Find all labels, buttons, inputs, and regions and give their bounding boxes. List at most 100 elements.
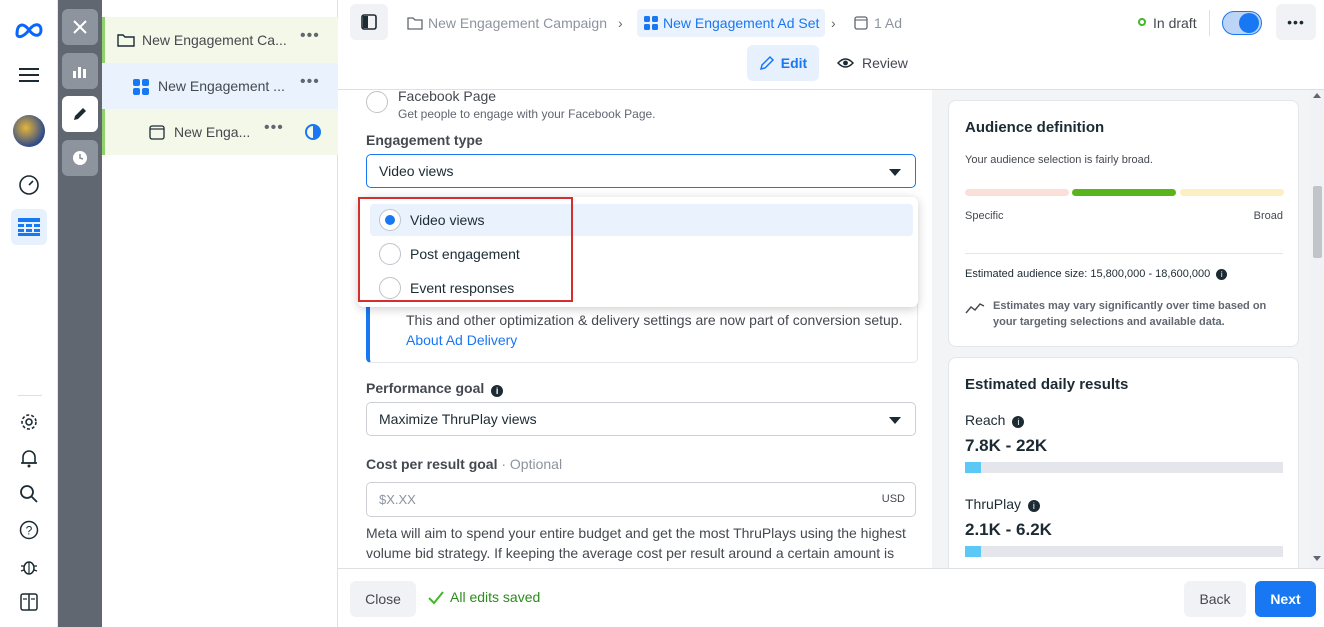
info-icon[interactable]: i xyxy=(1012,416,1025,428)
optional-tag: · Optional xyxy=(501,456,563,472)
thruplay-label: ThruPlay i xyxy=(965,496,1040,512)
info-text: This and other optimization & delivery s… xyxy=(406,312,903,328)
engagement-type-select[interactable]: Video views xyxy=(366,154,916,188)
saved-status: All edits saved xyxy=(450,589,541,605)
specific-label: Specific xyxy=(965,210,1004,222)
more-icon[interactable]: ••• xyxy=(300,27,320,45)
facebook-page-title: Facebook Page xyxy=(398,90,497,104)
audience-meter-specific xyxy=(965,189,1069,196)
ad-icon xyxy=(854,16,868,30)
review-tab[interactable]: Review xyxy=(837,45,908,81)
next-button[interactable]: Next xyxy=(1255,581,1316,617)
about-ad-delivery-link[interactable]: About Ad Delivery xyxy=(406,332,517,348)
half-circle-icon xyxy=(305,124,321,140)
tree-item-campaign[interactable]: New Engagement Ca... ••• xyxy=(102,17,338,63)
facebook-page-desc: Get people to engage with your Facebook … xyxy=(398,107,656,121)
editor-header: New Engagement Campaign › New Engagement… xyxy=(338,0,1324,90)
dashboard-icon[interactable] xyxy=(11,167,47,203)
more-icon[interactable]: ••• xyxy=(264,119,284,137)
close-icon[interactable] xyxy=(62,9,98,45)
bid-strategy-text: Meta will aim to spend your entire budge… xyxy=(366,525,906,561)
status-dot-icon xyxy=(1138,18,1146,26)
close-button[interactable]: Close xyxy=(350,581,416,617)
breadcrumb-adset-label: New Engagement Ad Set xyxy=(663,15,820,31)
tree-item-adset[interactable]: New Engagement ... ••• xyxy=(102,63,338,109)
cost-goal-placeholder: $X.XX xyxy=(379,492,416,507)
folder-icon xyxy=(117,34,135,47)
rail-divider xyxy=(18,395,42,396)
breadcrumb-campaign[interactable]: New Engagement Campaign xyxy=(407,10,607,36)
scrollbar[interactable] xyxy=(1311,90,1324,568)
cost-goal-input[interactable]: $X.XX USD xyxy=(366,482,916,517)
results-title: Estimated daily results xyxy=(965,376,1129,393)
header-divider xyxy=(1209,10,1210,36)
info-icon[interactable]: i xyxy=(1216,269,1228,280)
scroll-thumb[interactable] xyxy=(1313,186,1322,258)
daily-results-card: Estimated daily results Reach i 7.8K - 2… xyxy=(948,357,1299,587)
edit-tab-label: Edit xyxy=(780,55,808,71)
gear-icon[interactable] xyxy=(11,404,47,440)
info-icon[interactable]: i xyxy=(1027,500,1040,512)
trend-icon xyxy=(965,303,985,314)
audience-subtitle: Your audience selection is fairly broad. xyxy=(965,154,1153,166)
sidebar-toggle-icon[interactable] xyxy=(350,4,388,40)
back-button[interactable]: Back xyxy=(1184,581,1246,617)
broad-label: Broad xyxy=(1253,210,1283,222)
chevron-right-icon: › xyxy=(618,15,623,31)
scroll-up-icon[interactable] xyxy=(1313,93,1321,98)
reach-value: 7.8K - 22K xyxy=(965,436,1048,455)
highlight-box xyxy=(358,197,573,302)
pencil-icon xyxy=(759,55,774,71)
bug-icon[interactable] xyxy=(11,548,47,584)
more-options-icon[interactable]: ••• xyxy=(1276,4,1316,40)
cost-goal-label: Cost per result goal · Optional xyxy=(366,456,563,472)
currency-label: USD xyxy=(881,493,905,505)
reach-bar xyxy=(965,462,1283,473)
avatar[interactable] xyxy=(11,113,47,149)
tree-campaign-label: New Engagement Ca... xyxy=(142,32,287,48)
campaign-tree: New Engagement Ca... ••• New Engagement … xyxy=(102,0,338,627)
grid-icon xyxy=(133,79,149,95)
tree-ad-label: New Enga... xyxy=(174,124,251,140)
info-icon[interactable]: i xyxy=(491,385,504,397)
svg-text:?: ? xyxy=(26,524,33,538)
chart-icon[interactable] xyxy=(62,53,98,89)
eye-icon xyxy=(837,58,854,68)
caret-down-icon xyxy=(889,169,901,176)
audience-note: Estimates may vary significantly over ti… xyxy=(993,300,1267,328)
check-icon xyxy=(428,591,444,605)
facebook-page-radio[interactable] xyxy=(366,91,388,118)
meta-logo-icon[interactable] xyxy=(11,12,47,48)
editor-tools-strip xyxy=(58,0,102,627)
audience-divider xyxy=(965,253,1283,254)
tree-item-ad[interactable]: New Enga... ••• xyxy=(102,109,338,155)
scroll-down-icon[interactable] xyxy=(1313,556,1321,561)
thruplay-value: 2.1K - 6.2K xyxy=(965,520,1052,539)
audience-size: Estimated audience size: 15,800,000 - 18… xyxy=(965,268,1228,280)
review-tab-label: Review xyxy=(862,55,908,71)
bell-icon[interactable] xyxy=(11,440,47,476)
panel-icon[interactable] xyxy=(11,584,47,620)
more-icon[interactable]: ••• xyxy=(300,73,320,91)
breadcrumb-ad[interactable]: 1 Ad xyxy=(854,10,902,36)
breadcrumb-ad-label: 1 Ad xyxy=(874,15,903,31)
clock-icon[interactable] xyxy=(62,140,98,176)
breadcrumb-adset[interactable]: New Engagement Ad Set xyxy=(637,9,826,37)
performance-goal-label: Performance goal i xyxy=(366,380,504,397)
audience-title: Audience definition xyxy=(965,119,1105,136)
ad-icon xyxy=(149,125,165,140)
table-icon[interactable] xyxy=(11,209,47,245)
menu-icon[interactable] xyxy=(11,57,47,93)
reach-label: Reach i xyxy=(965,412,1025,428)
help-icon[interactable]: ? xyxy=(11,512,47,548)
publish-toggle[interactable] xyxy=(1222,11,1262,35)
edit-icon[interactable] xyxy=(62,96,98,132)
caret-down-icon xyxy=(889,417,901,424)
search-icon[interactable] xyxy=(11,476,47,512)
performance-goal-value: Maximize ThruPlay views xyxy=(379,411,537,427)
audience-meter-middle xyxy=(1072,189,1176,196)
audience-definition-card: Audience definition Your audience select… xyxy=(948,100,1299,347)
edit-tab[interactable]: Edit xyxy=(747,45,819,81)
editor-footer: Close All edits saved Back Next xyxy=(338,568,1324,627)
performance-goal-select[interactable]: Maximize ThruPlay views xyxy=(366,402,916,436)
